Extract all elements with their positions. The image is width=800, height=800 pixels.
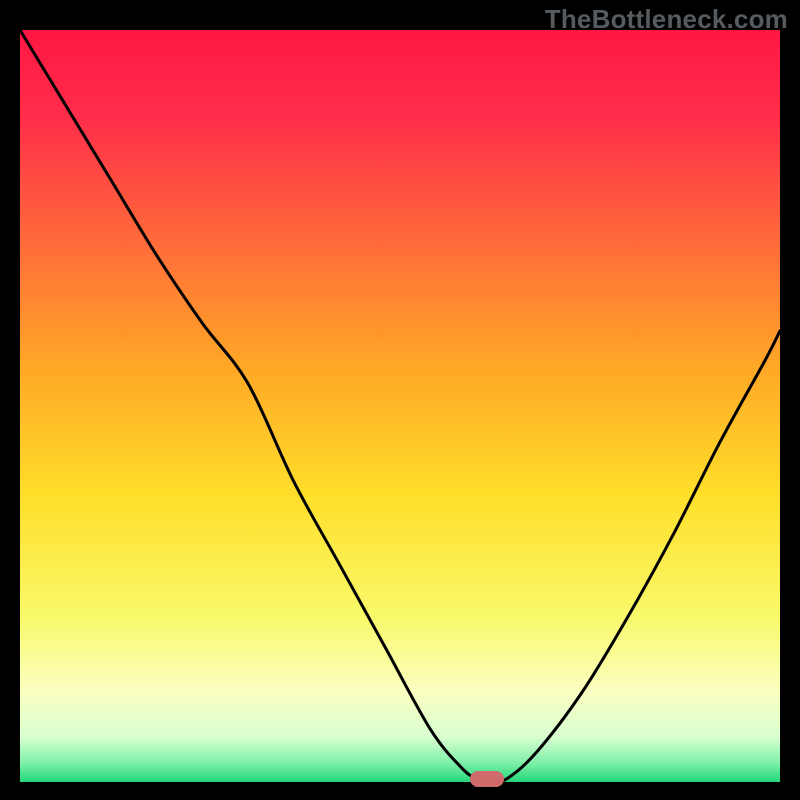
gradient-rect <box>20 30 780 782</box>
chart-svg <box>20 30 780 782</box>
chart-frame: TheBottleneck.com <box>0 0 800 800</box>
optimal-point-marker <box>470 771 504 787</box>
plot-area <box>20 30 780 782</box>
